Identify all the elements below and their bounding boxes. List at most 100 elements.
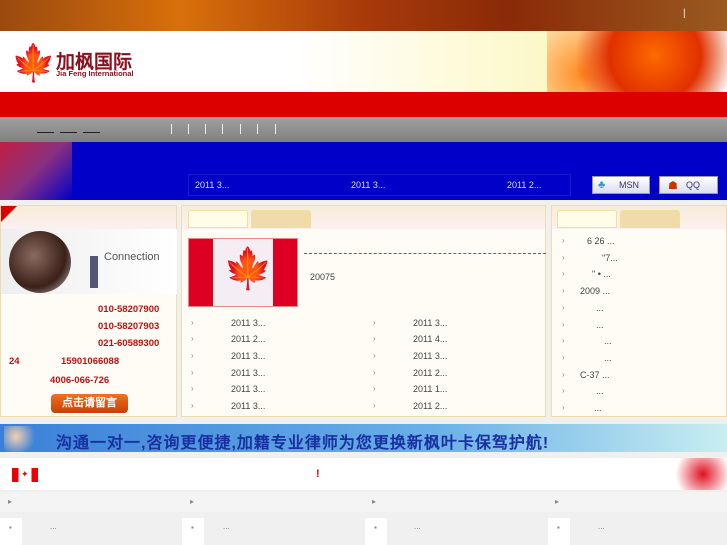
- article-link[interactable]: ...: [596, 320, 604, 330]
- list-bullet-box: ▪: [548, 518, 570, 545]
- phone-number: 010-58207900: [98, 304, 160, 315]
- list-item-link[interactable]: ...: [50, 522, 57, 531]
- article-link[interactable]: 6 26 ...: [587, 236, 615, 246]
- news-link[interactable]: 2011 3...: [413, 318, 447, 328]
- tab-2[interactable]: [620, 210, 680, 228]
- bullet-icon: ›: [562, 386, 565, 396]
- article-link[interactable]: ...: [596, 386, 604, 396]
- news-link[interactable]: 2011 2...: [231, 334, 265, 344]
- bullet-icon: ›: [191, 334, 194, 343]
- arrow-icon: ▸: [8, 497, 13, 506]
- nav-separator: [188, 124, 189, 134]
- news-link[interactable]: 2011 1...: [413, 384, 447, 394]
- list-bullet-box: ▪: [0, 518, 22, 545]
- connection-title: Connection: [104, 251, 160, 263]
- phone-number: 15901066088: [61, 356, 120, 367]
- bullet-icon: ›: [562, 369, 565, 379]
- bullet-icon: ›: [373, 368, 376, 377]
- bullet-icon: ›: [191, 351, 194, 360]
- tab-1[interactable]: [188, 210, 248, 228]
- tab-1[interactable]: [557, 210, 617, 228]
- ticker-item[interactable]: 2011 3...: [195, 180, 229, 190]
- bullet-icon: ›: [191, 368, 194, 377]
- red-band: [0, 92, 727, 117]
- nav-separator: [222, 124, 223, 134]
- top-bar: |: [0, 0, 727, 31]
- article-link[interactable]: "7...: [602, 253, 618, 263]
- consultation-banner[interactable]: 沟通一对一,咨询更便捷,加籍专业律师为您更换新枫叶卡保驾护航!: [0, 424, 727, 452]
- flag-decoration: [0, 142, 72, 200]
- articles-panel: › 6 26 ... › "7... › " • ... › 2009 ... ›... ›...…: [551, 205, 727, 417]
- ticker-item[interactable]: 2011 2...: [507, 180, 541, 190]
- bullet-icon: ›: [562, 302, 565, 312]
- tab-2[interactable]: [251, 210, 311, 228]
- leave-message-button[interactable]: 点击请留言: [51, 394, 128, 413]
- article-link[interactable]: ...: [604, 336, 612, 346]
- maple-leaf-logo-icon: 🍁: [11, 42, 56, 83]
- article-link[interactable]: 2009 ...: [580, 286, 610, 296]
- connection-image: Connection: [1, 229, 177, 294]
- bullet-icon: ›: [373, 384, 376, 393]
- list-bullet-box: ▪: [182, 518, 204, 545]
- list-item-link[interactable]: ...: [414, 522, 421, 531]
- maple-leaves-image: [547, 31, 727, 92]
- article-link[interactable]: ...: [604, 353, 612, 363]
- bullet-icon: ›: [562, 352, 565, 362]
- bullet-icon: ›: [191, 401, 194, 410]
- nav-separator: [275, 124, 276, 134]
- canada-flag-icon: ✦: [12, 468, 38, 482]
- nav-item[interactable]: [60, 132, 77, 133]
- banner-slogan: 沟通一对一,咨询更便捷,加籍专业律师为您更换新枫叶卡保驾护航!: [56, 435, 550, 452]
- nav-separator: [257, 124, 258, 134]
- canada-flag-image[interactable]: 🍁: [188, 238, 298, 307]
- panel-header: [1, 206, 176, 229]
- bullet-icon: ›: [373, 351, 376, 360]
- nav-separator: [171, 124, 172, 134]
- ticker-item[interactable]: 2011 3...: [351, 180, 385, 190]
- news-link[interactable]: 2011 2...: [413, 401, 447, 411]
- news-ticker-band: 2011 3... 2011 3... 2011 2... ♣ MSN ☗ QQ: [0, 142, 727, 200]
- header: 🍁 加枫国际 Jia Feng International: [0, 31, 727, 92]
- phone-number: 4006-066-726: [50, 375, 110, 386]
- article-link[interactable]: C-37 ...: [580, 370, 610, 380]
- msn-button[interactable]: ♣ MSN: [592, 176, 650, 194]
- news-link[interactable]: 2011 3...: [231, 401, 265, 411]
- article-link[interactable]: ...: [596, 303, 604, 313]
- phone-number: 021-60589300: [98, 338, 160, 349]
- nav-separator: [205, 124, 206, 134]
- bullet-icon: ›: [373, 334, 376, 343]
- bullet-icon: ›: [191, 384, 194, 393]
- nav-item[interactable]: [37, 132, 54, 133]
- list-item-link[interactable]: ...: [598, 522, 605, 531]
- list-item-link[interactable]: ...: [223, 522, 230, 531]
- top-separator: |: [683, 8, 686, 19]
- nav-separator: [240, 124, 241, 134]
- news-link[interactable]: 2011 4...: [413, 334, 447, 344]
- news-link[interactable]: 2011 2...: [413, 368, 447, 378]
- featured-summary: 20075: [310, 272, 336, 282]
- msn-icon: ♣: [598, 179, 606, 191]
- category-row: ▸ ▸ ▸ ▸: [0, 492, 727, 512]
- nav-item[interactable]: [83, 132, 100, 133]
- arrow-icon: ▸: [190, 497, 195, 506]
- bullet-icon: ›: [562, 252, 565, 262]
- maple-leaf-icon: 🍁: [223, 247, 273, 291]
- news-link[interactable]: 2011 3...: [231, 368, 265, 378]
- bullet-icon: ›: [562, 269, 565, 279]
- section-decoration: [667, 458, 727, 490]
- nav-bar: [0, 117, 727, 142]
- bullet-icon: ›: [562, 236, 565, 245]
- qq-button[interactable]: ☗ QQ: [659, 176, 718, 194]
- article-link[interactable]: ...: [594, 403, 602, 413]
- news-link[interactable]: 2011 3...: [231, 351, 265, 361]
- news-link[interactable]: 2011 3...: [413, 351, 447, 361]
- news-link[interactable]: 2011 3...: [231, 384, 265, 394]
- news-link[interactable]: 2011 3...: [231, 318, 265, 328]
- bullet-icon: ›: [562, 319, 565, 329]
- article-link[interactable]: " • ...: [592, 269, 611, 279]
- people-image: [4, 426, 44, 452]
- section-mark: !: [316, 468, 320, 480]
- section-header: ✦ !: [0, 458, 727, 490]
- qq-label: QQ: [686, 180, 701, 190]
- globe-image: [9, 231, 71, 293]
